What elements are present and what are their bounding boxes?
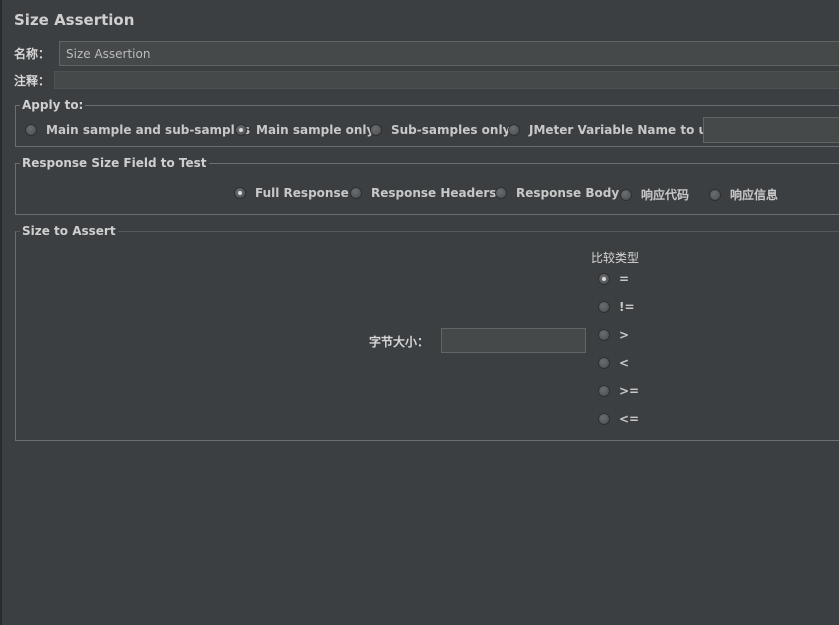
radio-full-response[interactable]: Full Response xyxy=(234,186,349,200)
radio-label: JMeter Variable Name to use xyxy=(529,123,723,137)
left-edge-divider xyxy=(0,0,2,625)
apply-to-title: Apply to: xyxy=(20,98,86,112)
radio-op-not-equal[interactable]: != xyxy=(598,300,635,314)
radio-indicator xyxy=(235,124,247,136)
radio-label: 响应信息 xyxy=(730,188,779,202)
radio-indicator xyxy=(598,357,610,369)
radio-label: = xyxy=(619,272,630,286)
radio-main-and-sub-samples[interactable]: Main sample and sub-samples xyxy=(25,123,250,137)
comment-input[interactable] xyxy=(54,71,839,89)
radio-op-equal[interactable]: = xyxy=(598,272,629,286)
size-input[interactable] xyxy=(441,328,586,353)
radio-op-greater[interactable]: > xyxy=(598,328,629,342)
radio-indicator xyxy=(508,124,520,136)
radio-label: Full Response xyxy=(255,186,349,200)
name-input[interactable] xyxy=(59,41,839,66)
jmeter-variable-input[interactable] xyxy=(703,117,839,143)
radio-response-message[interactable]: 响应信息 xyxy=(709,186,778,203)
radio-label: >= xyxy=(619,384,640,398)
radio-indicator xyxy=(370,124,382,136)
name-label: 名称： xyxy=(14,47,51,61)
panel-title: Size Assertion xyxy=(14,11,135,29)
radio-response-code[interactable]: 响应代码 xyxy=(620,186,689,203)
radio-indicator xyxy=(620,188,632,201)
radio-indicator xyxy=(598,329,610,341)
size-label: 字节大小： xyxy=(369,335,430,349)
radio-label: > xyxy=(619,328,630,342)
radio-indicator xyxy=(495,187,507,199)
comment-label: 注释： xyxy=(14,74,51,88)
radio-label: <= xyxy=(619,412,640,426)
radio-jmeter-variable[interactable]: JMeter Variable Name to use xyxy=(508,123,722,137)
radio-indicator xyxy=(234,187,246,199)
response-field-title: Response Size Field to Test xyxy=(20,156,209,170)
radio-label: Main sample and sub-samples xyxy=(46,123,251,137)
radio-op-greater-equal[interactable]: >= xyxy=(598,384,639,398)
radio-sub-samples-only[interactable]: Sub-samples only xyxy=(370,123,510,137)
radio-indicator xyxy=(25,124,37,136)
radio-op-less-equal[interactable]: <= xyxy=(598,412,639,426)
size-assertion-panel: Size Assertion 名称： 注释： Apply to: Main sa… xyxy=(0,0,839,625)
radio-op-less[interactable]: < xyxy=(598,356,629,370)
radio-label: != xyxy=(619,300,635,314)
radio-label: Main sample only xyxy=(256,123,375,137)
radio-response-headers[interactable]: Response Headers xyxy=(350,186,496,200)
radio-label: Sub-samples only xyxy=(391,123,511,137)
compare-type-label: 比较类型 xyxy=(591,251,640,265)
radio-indicator xyxy=(350,187,362,199)
radio-indicator xyxy=(598,273,610,285)
radio-response-body[interactable]: Response Body xyxy=(495,186,619,200)
radio-main-sample-only[interactable]: Main sample only xyxy=(235,123,374,137)
radio-indicator xyxy=(709,188,721,201)
radio-indicator xyxy=(598,301,610,313)
radio-label: Response Headers xyxy=(371,186,497,200)
size-to-assert-title: Size to Assert xyxy=(20,224,118,238)
radio-label: < xyxy=(619,356,630,370)
radio-label: 响应代码 xyxy=(641,188,690,202)
radio-indicator xyxy=(598,385,610,397)
radio-label: Response Body xyxy=(516,186,620,200)
radio-indicator xyxy=(598,413,610,425)
